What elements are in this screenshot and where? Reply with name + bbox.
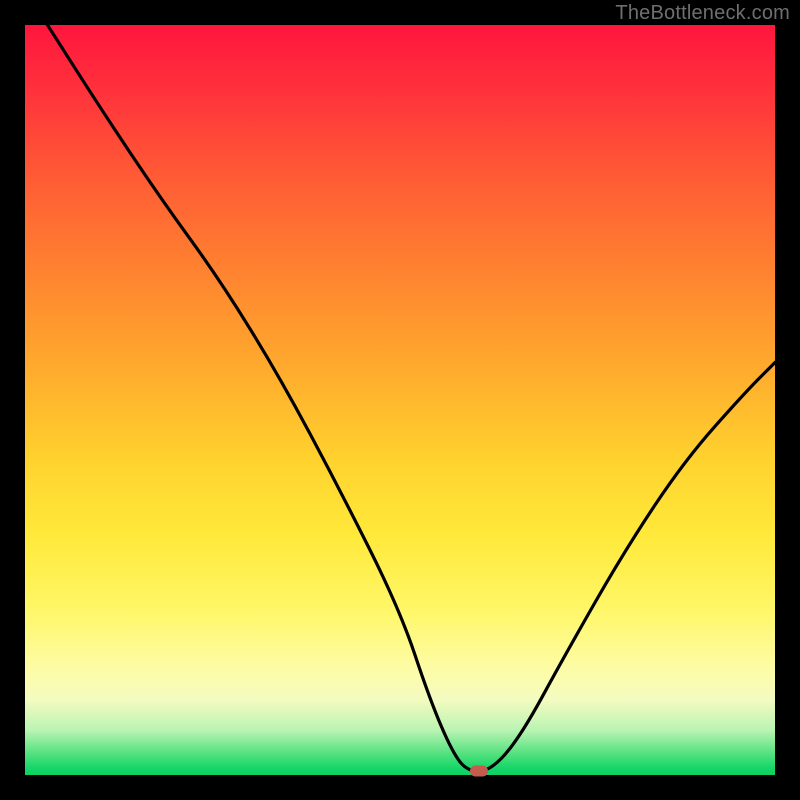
plot-area — [25, 25, 775, 775]
chart-frame: TheBottleneck.com — [0, 0, 800, 800]
attribution-label: TheBottleneck.com — [615, 2, 790, 25]
optimum-marker — [470, 765, 488, 776]
bottleneck-curve — [25, 25, 775, 775]
